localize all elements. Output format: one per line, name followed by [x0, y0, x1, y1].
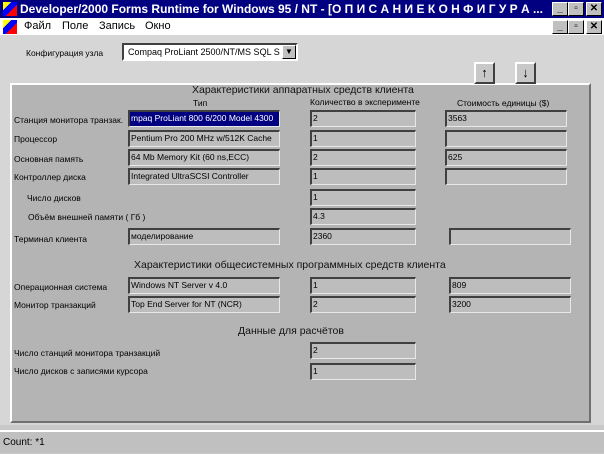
cost-field[interactable]: 625 — [445, 149, 567, 166]
row-label: Число дисков с записями курсора — [14, 366, 148, 376]
terminal-type-field[interactable]: моделирование — [128, 228, 280, 245]
menu-record[interactable]: Запись — [99, 18, 135, 35]
row-label: Операционная система — [14, 282, 108, 292]
col-qty-header: Количество в эксперименте — [310, 97, 420, 107]
row-label: Число станций монитора транзакций — [14, 348, 161, 358]
qty-field[interactable]: 1 — [310, 168, 416, 185]
row-label: Монитор транзакций — [14, 300, 96, 310]
cost-field[interactable] — [445, 168, 567, 185]
row-label: Основная память — [14, 154, 84, 164]
terminal-qty-field[interactable]: 2360 — [310, 228, 416, 245]
window-title: Developer/2000 Forms Runtime for Windows… — [20, 2, 543, 16]
qty-field[interactable]: 2 — [310, 149, 416, 166]
maximize-button[interactable]: ▫ — [568, 2, 584, 16]
row-label: Контроллер диска — [14, 172, 86, 182]
cost-field[interactable] — [445, 130, 567, 147]
close-button[interactable]: ✕ — [586, 2, 602, 16]
config-select[interactable]: Compaq ProLiant 2500/NT/MS SQL S — [122, 43, 298, 61]
storage-field[interactable]: 4.3 — [310, 208, 416, 225]
menu-window[interactable]: Окно — [145, 18, 171, 35]
menu-field[interactable]: Поле — [62, 18, 88, 35]
type-field[interactable]: Windows NT Server v 4.0 — [128, 277, 280, 294]
terminal-cost-field[interactable] — [449, 228, 571, 245]
next-record-button[interactable]: ↓ — [515, 62, 536, 84]
qty-field[interactable]: 2 — [310, 110, 416, 127]
chevron-down-icon[interactable]: ▼ — [282, 45, 296, 59]
type-field[interactable]: Integrated UltraSCSI Controller — [128, 168, 280, 185]
config-label: Конфигурация узла — [26, 48, 104, 58]
calc-title: Данные для расчётов — [238, 325, 344, 337]
doc-minimize-button[interactable]: _ — [552, 20, 568, 34]
menu-file[interactable]: Файл — [24, 18, 51, 35]
menu-bar: Файл Поле Запись Окно _ ▫ ✕ — [0, 18, 604, 35]
storage-label: Объём внешней памяти ( Гб ) — [28, 212, 146, 222]
title-bar: Developer/2000 Forms Runtime for Windows… — [0, 0, 604, 18]
cursor-disks-field[interactable]: 1 — [310, 363, 416, 380]
type-field[interactable]: 64 Mb Memory Kit (60 ns,ECC) — [128, 149, 280, 166]
row-label: Станция монитора транзак. — [14, 115, 124, 125]
minimize-button[interactable]: _ — [552, 2, 568, 16]
row-label: Процессор — [14, 134, 58, 144]
type-field[interactable]: Pentium Pro 200 MHz w/512K Cache — [128, 130, 280, 147]
col-type-header: Тип — [193, 98, 208, 108]
qty-field[interactable]: 1 — [310, 277, 416, 294]
hardware-title: Характеристики аппаратных средств клиент… — [192, 84, 414, 96]
status-bar: Count: *1 — [0, 430, 604, 453]
type-field[interactable]: mpaq ProLiant 800 6/200 Model 4300 — [128, 110, 280, 127]
cost-field[interactable]: 3200 — [449, 296, 571, 313]
prev-record-button[interactable]: ↑ — [474, 62, 495, 84]
col-cost-header: Стоимость единицы ($) — [457, 98, 550, 108]
doc-close-button[interactable]: ✕ — [586, 20, 602, 34]
disks-field[interactable]: 1 — [310, 189, 416, 206]
disks-label: Число дисков — [27, 193, 81, 203]
software-title: Характеристики общесистемных программных… — [134, 259, 446, 271]
stations-field[interactable]: 2 — [310, 342, 416, 359]
cost-field[interactable]: 809 — [449, 277, 571, 294]
qty-field[interactable]: 1 — [310, 130, 416, 147]
app-icon — [3, 2, 17, 16]
cost-field[interactable]: 3563 — [445, 110, 567, 127]
qty-field[interactable]: 2 — [310, 296, 416, 313]
doc-icon — [3, 20, 17, 34]
terminal-label: Терминал клиента — [14, 234, 87, 244]
type-field[interactable]: Top End Server for NT (NCR) — [128, 296, 280, 313]
doc-restore-button[interactable]: ▫ — [568, 20, 584, 34]
